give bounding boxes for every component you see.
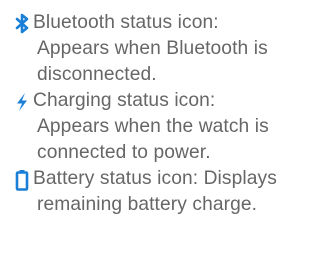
item-text-line: Appears when Bluetooth is [37, 38, 268, 59]
item-text-line: Bluetooth status icon: [33, 12, 219, 33]
battery-icon [12, 168, 32, 192]
lightning-bolt-icon [12, 90, 32, 114]
item-text-line: remaining battery charge. [37, 194, 258, 215]
item-text-line: connected to power. [37, 142, 211, 163]
item-text-line: Appears when the watch is [37, 116, 269, 137]
item-text-line: Charging status icon: [33, 90, 216, 111]
item-text-line: disconnected. [37, 64, 157, 85]
item-text-line: Battery status icon: Displays [33, 168, 277, 189]
bluetooth-icon [12, 12, 32, 36]
